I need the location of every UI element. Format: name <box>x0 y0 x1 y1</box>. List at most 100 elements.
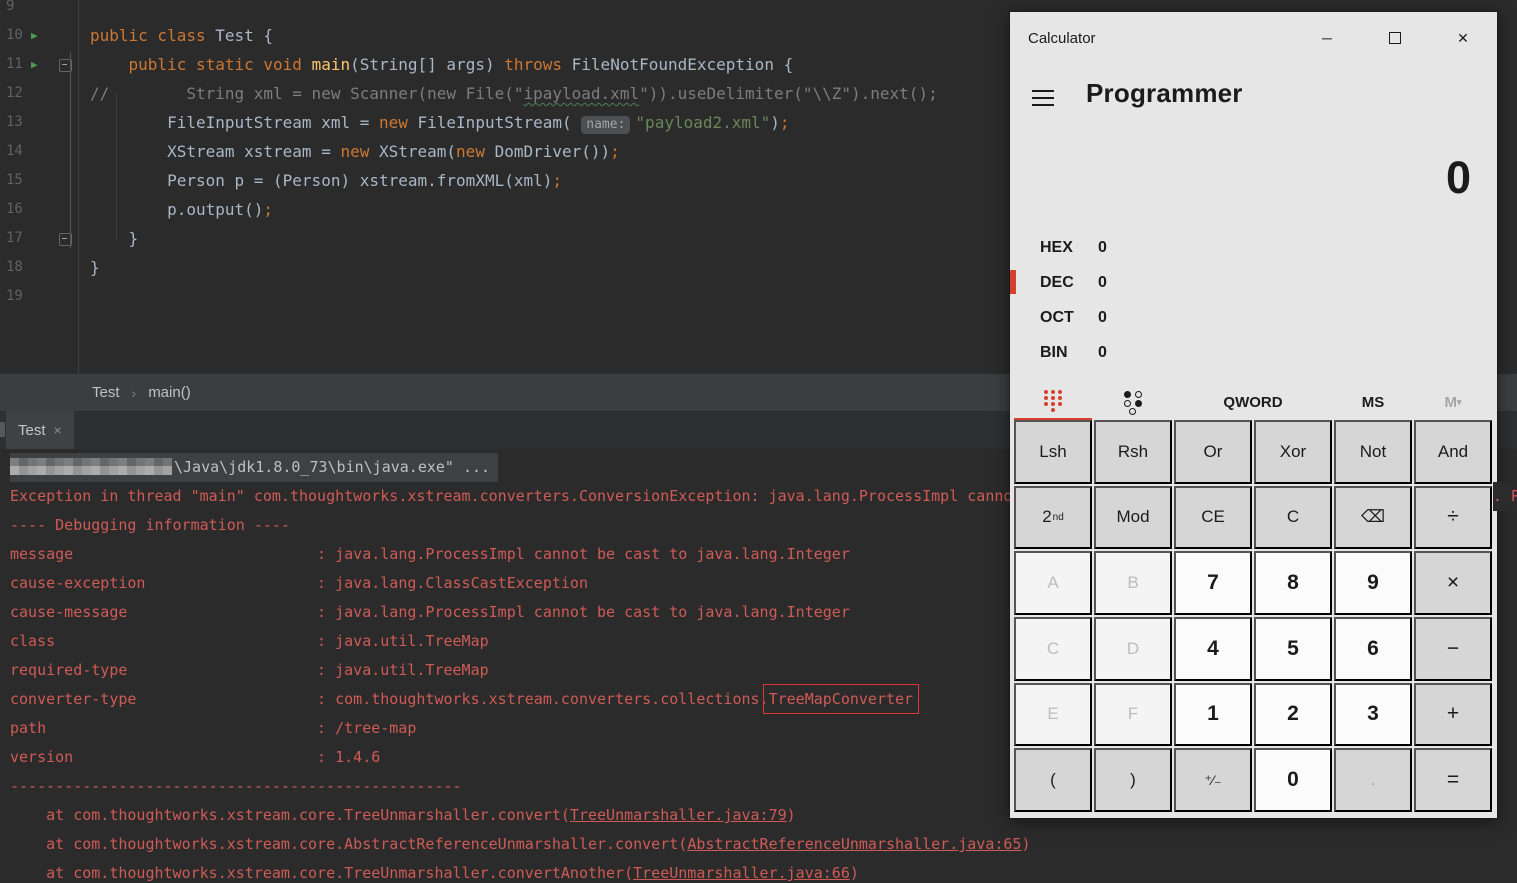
chevron-down-icon: ▾ <box>1456 397 1462 407</box>
key-label: × <box>1446 571 1460 595</box>
calc-key-open-paren[interactable]: ( <box>1014 748 1092 812</box>
calc-key-plus-minus[interactable]: ⁺⁄₋ <box>1174 748 1252 812</box>
calc-key-second[interactable]: 2nd <box>1014 485 1092 550</box>
calc-key-divide[interactable]: ÷ <box>1414 485 1492 550</box>
keypad-icon <box>1043 390 1063 412</box>
minimize-button[interactable]: ─ <box>1293 12 1361 64</box>
run-icon[interactable]: ▶ <box>31 21 38 50</box>
calc-key-decimal[interactable]: . <box>1334 748 1412 812</box>
radix-value: 0 <box>1098 308 1107 326</box>
minimize-icon: ─ <box>1322 30 1332 46</box>
calc-key-5[interactable]: 5 <box>1254 617 1332 681</box>
maximize-button[interactable] <box>1361 12 1429 64</box>
calc-key-or[interactable]: Or <box>1174 420 1252 484</box>
calc-key-7[interactable]: 7 <box>1174 551 1252 615</box>
debug-key: path : <box>10 719 336 737</box>
key-label: B <box>1127 573 1139 593</box>
full-keypad-toggle[interactable] <box>1014 384 1092 421</box>
word-size-button[interactable]: QWORD <box>1174 384 1332 421</box>
code-token: public class <box>90 26 216 45</box>
bit-keypad-toggle[interactable] <box>1094 384 1172 421</box>
calc-key-6[interactable]: 6 <box>1334 617 1412 681</box>
jdk-path-text: \Java\jdk1.8.0_73\bin\java.exe" ... <box>174 458 491 476</box>
code-token: DomDriver()) <box>494 142 611 161</box>
indent-guide <box>116 94 117 240</box>
calc-key-clear-entry[interactable]: CE <box>1174 485 1252 550</box>
close-button[interactable]: ✕ <box>1429 12 1497 64</box>
calc-key-hex-d[interactable]: D <box>1094 617 1172 681</box>
calc-key-close-paren[interactable]: ) <box>1094 748 1172 812</box>
calc-key-0[interactable]: 0 <box>1254 748 1332 812</box>
key-label: ⌫ <box>1360 507 1386 527</box>
code-token: FileNotFoundException { <box>571 55 794 74</box>
radix-row-hex[interactable]: HEX 0 <box>1010 230 1310 265</box>
calc-key-xor[interactable]: Xor <box>1254 420 1332 484</box>
debug-value: java.lang.ProcessImpl cannot be cast to … <box>335 603 850 621</box>
calc-key-equals[interactable]: = <box>1414 748 1492 812</box>
breadcrumb-method[interactable]: main() <box>148 384 191 401</box>
gutter-line: 16 <box>0 195 78 224</box>
calc-key-multiply[interactable]: × <box>1414 551 1492 615</box>
debug-value: 1.4.6 <box>335 748 381 766</box>
calc-key-mod[interactable]: Mod <box>1094 485 1172 550</box>
calc-key-9[interactable]: 9 <box>1334 551 1412 615</box>
radix-value: 0 <box>1098 238 1107 256</box>
stack-file-link[interactable]: TreeUnmarshaller.java:66 <box>633 864 850 882</box>
debug-value: /tree-map <box>335 719 417 737</box>
annotation-red-box: TreeMapConverter <box>762 684 920 714</box>
key-label: Mod <box>1116 507 1150 527</box>
gutter-line: 9 <box>0 0 78 21</box>
calc-key-8[interactable]: 8 <box>1254 551 1332 615</box>
memory-store-button[interactable]: MS <box>1334 384 1412 421</box>
stack-text: at com.thoughtworks.xstream.core.TreeUnm… <box>10 806 570 824</box>
debug-value: java.util.TreeMap <box>335 632 489 650</box>
calculator-header: Programmer <box>1010 78 1497 124</box>
radix-row-dec[interactable]: DEC 0 <box>1010 265 1310 300</box>
tab-test[interactable]: Test × <box>6 411 74 449</box>
key-label: ⁺⁄₋ <box>1204 771 1222 788</box>
calc-key-backspace[interactable]: ⌫ <box>1334 485 1412 550</box>
calc-key-not[interactable]: Not <box>1334 420 1412 484</box>
gutter-line: 18 <box>0 253 78 282</box>
key-label: . <box>1370 770 1376 790</box>
code-token: new <box>378 113 418 132</box>
code-token: ) <box>770 113 780 132</box>
key-label: C <box>1046 638 1060 658</box>
calc-key-3[interactable]: 3 <box>1334 682 1412 747</box>
calc-key-hex-a[interactable]: A <box>1014 551 1092 615</box>
stack-file-link[interactable]: AbstractReferenceUnmarshaller.java:65 <box>687 835 1021 853</box>
gutter-line: 13 <box>0 108 78 137</box>
gutter-line: 12 <box>0 79 78 108</box>
close-icon[interactable]: × <box>54 422 62 438</box>
run-icon[interactable]: ▶ <box>31 50 38 79</box>
calc-key-1[interactable]: 1 <box>1174 682 1252 747</box>
calc-key-minus[interactable]: − <box>1414 617 1492 681</box>
breadcrumb-class[interactable]: Test <box>92 384 120 401</box>
calc-key-rsh[interactable]: Rsh <box>1094 420 1172 484</box>
hamburger-menu-icon[interactable] <box>1032 90 1054 106</box>
radix-row-bin[interactable]: BIN 0 <box>1010 335 1310 370</box>
calc-key-lsh[interactable]: Lsh <box>1014 420 1092 484</box>
debug-value: java.util.TreeMap <box>335 661 489 679</box>
key-label: 5 <box>1287 636 1299 660</box>
radix-value: 0 <box>1098 343 1107 361</box>
calc-key-and[interactable]: And <box>1414 420 1492 484</box>
calc-key-hex-b[interactable]: B <box>1094 551 1172 615</box>
calc-key-hex-f[interactable]: F <box>1094 682 1172 747</box>
maximize-icon <box>1389 32 1401 44</box>
calc-key-hex-c[interactable]: C <box>1014 617 1092 681</box>
calc-key-clear[interactable]: C <box>1254 485 1332 550</box>
calc-key-2[interactable]: 2 <box>1254 682 1332 747</box>
key-label: − <box>1446 636 1460 660</box>
calc-key-plus[interactable]: + <box>1414 682 1492 747</box>
key-label: CE <box>1201 507 1225 527</box>
calc-key-hex-e[interactable]: E <box>1014 682 1092 747</box>
calc-key-4[interactable]: 4 <box>1174 617 1252 681</box>
radix-row-oct[interactable]: OCT 0 <box>1010 300 1310 335</box>
stack-file-link[interactable]: TreeUnmarshaller.java:79 <box>570 806 787 824</box>
memory-dropdown-button[interactable]: M ▾ <box>1414 384 1492 421</box>
gutter-line: 15 <box>0 166 78 195</box>
code-token: Test { <box>215 26 274 45</box>
calculator-titlebar[interactable]: Calculator ─ ✕ <box>1010 12 1497 64</box>
